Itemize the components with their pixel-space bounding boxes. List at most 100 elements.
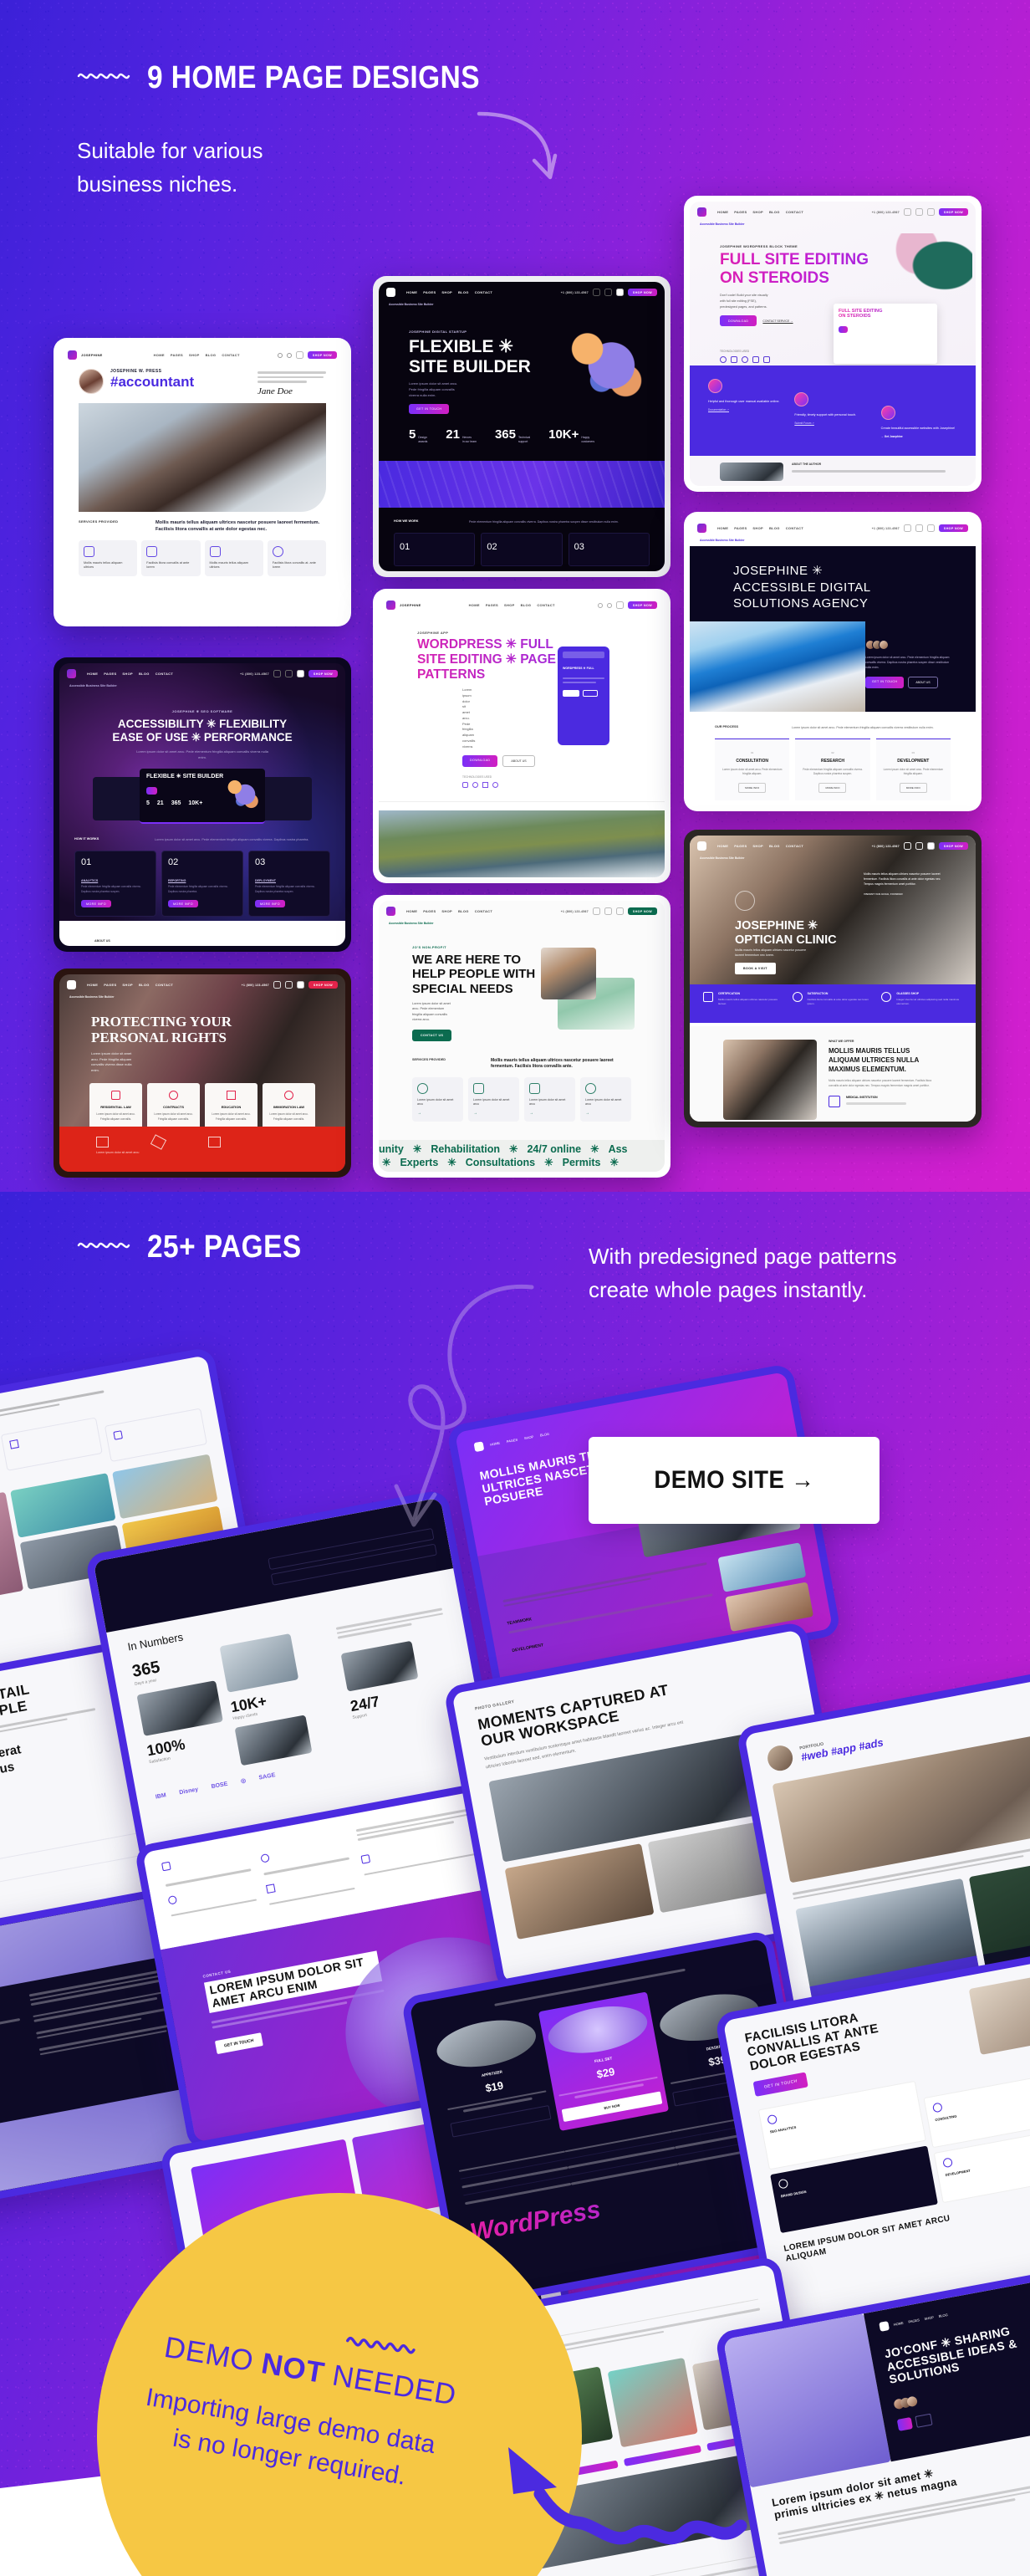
about-us-button[interactable]: ABOUT US — [502, 754, 535, 767]
phone-number[interactable]: +1 (800) 123-4567 — [872, 211, 900, 214]
nav-home[interactable]: HOME — [717, 210, 728, 214]
mockup-wordpress-patterns[interactable]: JOSEPHINE HOME PAGES SHOP BLOG CONTACT S… — [373, 589, 671, 883]
phone-number[interactable]: +1 (800) 123-4567 — [561, 291, 589, 294]
nav-pages[interactable]: PAGES — [734, 526, 747, 530]
benefit-link[interactable]: → Get Josephine — [881, 435, 957, 438]
nav-shop[interactable]: SHOP — [441, 909, 452, 913]
nav-shop[interactable]: SHOP — [122, 983, 133, 987]
phone-number[interactable]: +1 (800) 123-4567 — [872, 845, 900, 848]
nav-link[interactable]: PAGES — [908, 2318, 920, 2323]
search-icon[interactable] — [926, 524, 935, 532]
process-cta[interactable]: MORE INFO — [738, 782, 767, 793]
shop-now-button[interactable]: SHOP NOW — [627, 907, 657, 915]
shop-now-button[interactable]: SHOP NOW — [938, 842, 968, 850]
nav-pages[interactable]: PAGES — [423, 290, 436, 294]
nav-home[interactable]: HOME — [87, 672, 98, 676]
nav-link[interactable]: SHOP — [924, 2315, 934, 2321]
cart-icon[interactable] — [592, 289, 600, 296]
step-card[interactable]: 01 ANALYTICS Pede elementum fringilla al… — [74, 851, 156, 917]
search-icon[interactable] — [926, 208, 935, 216]
nav-pages[interactable]: PAGES — [423, 909, 436, 913]
feature-card[interactable]: Mollis mauris tellus aliquam ultrices — [204, 539, 263, 576]
nav-contact[interactable]: CONTACT — [156, 983, 173, 987]
cart-icon[interactable] — [273, 981, 281, 989]
process-card[interactable]: 02 RESEARCH Pede elementum fringilla ali… — [795, 739, 870, 800]
cart-icon[interactable] — [277, 352, 283, 358]
step-cta[interactable]: MORE INFO — [168, 900, 198, 908]
nav-shop[interactable]: SHOP — [504, 603, 515, 607]
arrow-right-icon[interactable]: → — [473, 1111, 514, 1116]
shop-now-button[interactable]: SHOP NOW — [627, 289, 657, 296]
nav-home[interactable]: HOME — [154, 353, 165, 357]
phone-number[interactable]: +1 (800) 123-4567 — [240, 672, 269, 676]
mockup-accountant[interactable]: JOSEPHINE HOME PAGES SHOP BLOG CONTACT S… — [54, 338, 351, 626]
feature-card[interactable]: Facilisis litora convallis at. ante lore… — [267, 539, 326, 576]
mockup-optician-clinic[interactable]: HOME PAGES SHOP BLOG CONTACT +1 (800) 12… — [684, 830, 982, 1127]
nav-link[interactable]: BLOG — [938, 2313, 948, 2318]
search-icon[interactable] — [615, 601, 624, 609]
carousel-slide-active[interactable]: FLEXIBLE ✳ SITE BUILDER 5 21 365 10K+ — [140, 769, 265, 825]
nav-contact[interactable]: CONTACT — [156, 672, 173, 676]
gear-icon[interactable] — [604, 289, 612, 296]
nav-blog[interactable]: BLOG — [769, 526, 780, 530]
shop-now-button[interactable]: SHOP NOW — [308, 981, 338, 989]
nav-contact[interactable]: CONTACT — [475, 290, 492, 294]
gear-icon[interactable] — [606, 602, 612, 608]
shop-now-button[interactable]: SHOP NOW — [308, 670, 338, 677]
get-in-touch-button[interactable]: GET IN TOUCH — [409, 404, 450, 415]
nav-contact[interactable]: CONTACT — [475, 909, 492, 913]
benefit-link[interactable]: Documentation ↗ — [708, 408, 784, 411]
search-icon[interactable] — [296, 981, 304, 989]
mockup-flexible-site-builder[interactable]: HOME PAGES SHOP BLOG CONTACT +1 (800) 12… — [373, 276, 671, 577]
mockup-josephine-agency[interactable]: HOME PAGES SHOP BLOG CONTACT +1 (800) 12… — [684, 512, 982, 811]
gear-icon[interactable] — [284, 670, 293, 677]
law-card[interactable]: RESIDENTIAL LAW Lorem ipsum dolor sit am… — [89, 1083, 142, 1129]
arrow-right-icon[interactable]: → — [585, 1111, 626, 1116]
process-card[interactable]: 01 CONSULTATION Lorem ipsum dolor sit am… — [715, 739, 790, 800]
demo-site-button[interactable]: DEMO SITE → — [589, 1437, 880, 1524]
service-card[interactable]: Lorem ipsum dolor sit amet arcu → — [524, 1077, 575, 1122]
benefit-link[interactable]: Submit Forum ↗ — [794, 422, 870, 425]
step-cta[interactable]: MORE INFO — [255, 900, 285, 908]
nav-blog[interactable]: BLOG — [206, 353, 217, 357]
service-card[interactable]: Lorem ipsum dolor sit amet arcu → — [412, 1077, 463, 1122]
inner-cta[interactable] — [839, 325, 849, 333]
step-card[interactable]: 02 REPORTING Pede elementum fringilla al… — [161, 851, 243, 917]
nav-home[interactable]: HOME — [717, 844, 728, 848]
nav-shop[interactable]: SHOP — [752, 210, 763, 214]
gear-icon[interactable] — [915, 524, 923, 532]
nav-shop[interactable]: SHOP — [189, 353, 200, 357]
gear-icon[interactable] — [286, 352, 292, 358]
grid-tile[interactable] — [0, 1417, 104, 1472]
shop-now-button[interactable]: SHOP NOW — [938, 208, 968, 216]
inner-cta[interactable] — [146, 786, 158, 795]
book-visit-button[interactable]: BOOK A VISIT — [735, 963, 776, 974]
nav-shop[interactable]: SHOP — [441, 290, 452, 294]
nav-blog[interactable]: BLOG — [769, 844, 780, 848]
nav-contact[interactable]: CONTACT — [786, 210, 803, 214]
nav-pages[interactable]: PAGES — [104, 983, 116, 987]
phone-number[interactable]: +1 (800) 123-4567 — [561, 910, 589, 913]
nav-blog[interactable]: BLOG — [139, 672, 150, 676]
phone-number[interactable]: +1 (800) 123-4567 — [872, 527, 900, 530]
nav-shop[interactable]: SHOP — [752, 526, 763, 530]
cart-icon[interactable] — [903, 842, 911, 850]
search-icon[interactable] — [615, 289, 624, 296]
mockup-personal-rights[interactable]: HOME PAGES SHOP BLOG CONTACT +1 (800) 12… — [54, 969, 351, 1178]
get-in-touch-button[interactable]: GET IN TOUCH — [865, 676, 905, 688]
mockup-special-needs[interactable]: HOME PAGES SHOP BLOG CONTACT +1 (800) 12… — [373, 895, 671, 1178]
nav-pages[interactable]: PAGES — [104, 672, 116, 676]
search-icon[interactable] — [615, 907, 624, 915]
step-cta[interactable]: MORE INFO — [81, 900, 111, 908]
nav-blog[interactable]: BLOG — [458, 290, 469, 294]
nav-blog[interactable]: BLOG — [521, 603, 532, 607]
arrow-right-icon[interactable]: → — [417, 1111, 458, 1116]
collage-cta[interactable]: GET IN TOUCH — [752, 2072, 809, 2098]
nav-blog[interactable]: BLOG — [139, 983, 150, 987]
collage-cta[interactable]: GET IN TOUCH — [214, 2032, 263, 2054]
nav-blog[interactable]: BLOG — [769, 210, 780, 214]
gear-icon[interactable] — [284, 981, 293, 989]
search-icon[interactable] — [926, 842, 935, 850]
gear-icon[interactable] — [915, 208, 923, 216]
plan-card[interactable]: APPETIZER $19 — [432, 2012, 552, 2138]
